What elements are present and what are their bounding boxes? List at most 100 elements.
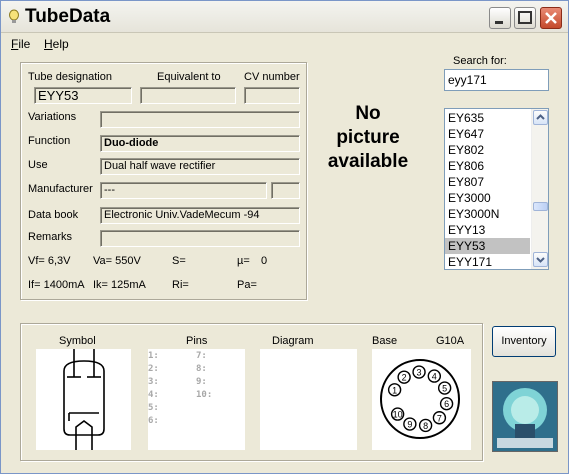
diode-tube-symbol <box>63 349 105 450</box>
databook-field[interactable]: Electronic Univ.VadeMecum -94 <box>100 207 300 224</box>
symbol-panel <box>36 349 131 450</box>
base-pin-number: 7 <box>437 413 442 423</box>
pin-label: 6: <box>148 416 159 426</box>
base-pin: 9 <box>403 417 417 431</box>
pin-label: 4: <box>148 390 159 400</box>
symbol-header: Symbol <box>59 335 96 347</box>
remarks-field[interactable] <box>100 230 300 247</box>
tube-logo <box>492 381 558 452</box>
equivalent-header: Equivalent to <box>157 71 221 83</box>
menu-bar: File Help <box>1 34 568 54</box>
search-input[interactable] <box>444 69 549 91</box>
variations-field[interactable] <box>100 111 300 128</box>
base-pin: 5 <box>437 381 452 395</box>
vacuum-tube-icon <box>493 382 557 451</box>
menu-file-label: ile <box>18 37 31 51</box>
tube-list-item[interactable]: EY647 <box>445 126 530 142</box>
no-picture-line-1: No <box>355 103 381 124</box>
use-field[interactable]: Dual half wave rectifier <box>100 158 300 175</box>
use-label: Use <box>28 159 48 171</box>
close-icon <box>545 12 557 24</box>
minimize-icon <box>495 21 503 24</box>
function-field[interactable]: Duo-diode <box>100 135 300 152</box>
tube-list-item[interactable]: EYY53 <box>445 238 530 254</box>
base-pin-number: 5 <box>442 384 447 394</box>
param-mu-value: 0 <box>261 255 268 267</box>
databook-label: Data book <box>28 209 79 221</box>
manufacturer-field[interactable]: --- <box>100 182 267 199</box>
base-pin-number: 4 <box>432 372 437 382</box>
tube-list-item[interactable]: EY635 <box>445 110 530 126</box>
designation-header: Tube designation <box>28 71 112 83</box>
base-panel: 1 2 3 4 5 6 7 8 9 10 <box>372 349 471 450</box>
tube-list-item[interactable]: EY802 <box>445 142 530 158</box>
tube-list-item[interactable]: EY3000 <box>445 190 530 206</box>
no-picture-line-2: picture <box>336 127 400 148</box>
param-if: If= 1400mA <box>28 279 85 291</box>
tube-listbox[interactable]: EY635 EY647 EY802 EY806 EY807 EY3000 EY3000N EY… <box>444 108 549 270</box>
base-pin-number: 9 <box>407 420 412 430</box>
base-pin: 1 <box>387 383 402 397</box>
tube-list-item[interactable]: EY807 <box>445 174 530 190</box>
remarks-label: Remarks <box>28 231 73 243</box>
close-button[interactable] <box>540 7 562 29</box>
tube-list-item[interactable]: EYY13 <box>445 222 530 238</box>
window-title: TubeData <box>25 6 111 27</box>
pin-label: 1: <box>148 351 159 361</box>
base-pin: 8 <box>418 418 433 433</box>
base-type-label: G10A <box>436 335 465 347</box>
param-ik: Ik= 125mA <box>93 279 146 291</box>
base-pin: 4 <box>427 369 442 383</box>
menu-help[interactable]: Help <box>44 37 69 51</box>
diagram-header: Diagram <box>272 335 314 347</box>
param-pa: Pa= <box>237 279 257 291</box>
no-picture-message: No picture available <box>319 102 417 174</box>
param-vf: Vf= 6,3V <box>28 255 71 267</box>
title-bar[interactable]: TubeData <box>1 1 568 33</box>
base-pinout-diagram: 123 45 678 9 10 <box>380 359 460 439</box>
designation-field[interactable]: EYY53 <box>34 87 132 104</box>
cv-header: CV number <box>244 71 300 83</box>
maximize-button[interactable] <box>514 7 536 29</box>
no-picture-line-3: available <box>327 151 409 172</box>
chevron-up-icon <box>536 114 545 120</box>
equivalent-field[interactable] <box>140 87 236 104</box>
pin-label: 5: <box>148 403 159 413</box>
base-pin-number: 8 <box>423 421 428 431</box>
cv-field[interactable] <box>244 87 300 104</box>
lightbulb-icon <box>9 9 19 23</box>
pin-label: 8: <box>196 364 207 374</box>
chevron-down-icon <box>536 257 545 263</box>
base-pin-number: 10 <box>393 410 403 420</box>
base-pin: 10 <box>390 407 405 421</box>
base-pin-number: 1 <box>392 385 397 395</box>
menu-file[interactable]: File <box>11 37 30 51</box>
base-pin-number: 3 <box>417 368 422 378</box>
app-window: TubeData File Help Tube designation Equi… <box>0 0 569 474</box>
maximize-icon <box>518 11 532 24</box>
tube-list-item[interactable]: EYY171 <box>445 254 530 269</box>
diagram-panel <box>260 349 357 450</box>
pin-label: 3: <box>148 377 159 387</box>
search-label: Search for: <box>453 55 507 67</box>
base-pin-number: 6 <box>444 399 449 409</box>
list-scrollbar[interactable] <box>531 109 548 269</box>
scroll-up-button[interactable] <box>533 110 548 125</box>
scroll-down-button[interactable] <box>533 252 548 267</box>
minimize-button[interactable] <box>489 7 511 29</box>
param-s: S= <box>172 255 186 267</box>
pin-label: 9: <box>196 377 207 387</box>
base-pin: 2 <box>397 370 411 384</box>
param-ri: Ri= <box>172 279 189 291</box>
tube-list-item[interactable]: EY3000N <box>445 206 530 222</box>
manufacturer-code-field[interactable] <box>271 182 300 199</box>
pin-label: 7: <box>196 351 207 361</box>
base-pin: 7 <box>432 411 447 425</box>
base-pin-number: 2 <box>402 373 407 383</box>
param-mu: µ= <box>237 255 250 267</box>
param-va: Va= 550V <box>93 255 141 267</box>
inventory-button[interactable]: Inventory <box>492 326 556 357</box>
manufacturer-label: Manufacturer <box>28 183 93 195</box>
tube-list-item[interactable]: EY806 <box>445 158 530 174</box>
scroll-thumb[interactable] <box>533 202 548 211</box>
